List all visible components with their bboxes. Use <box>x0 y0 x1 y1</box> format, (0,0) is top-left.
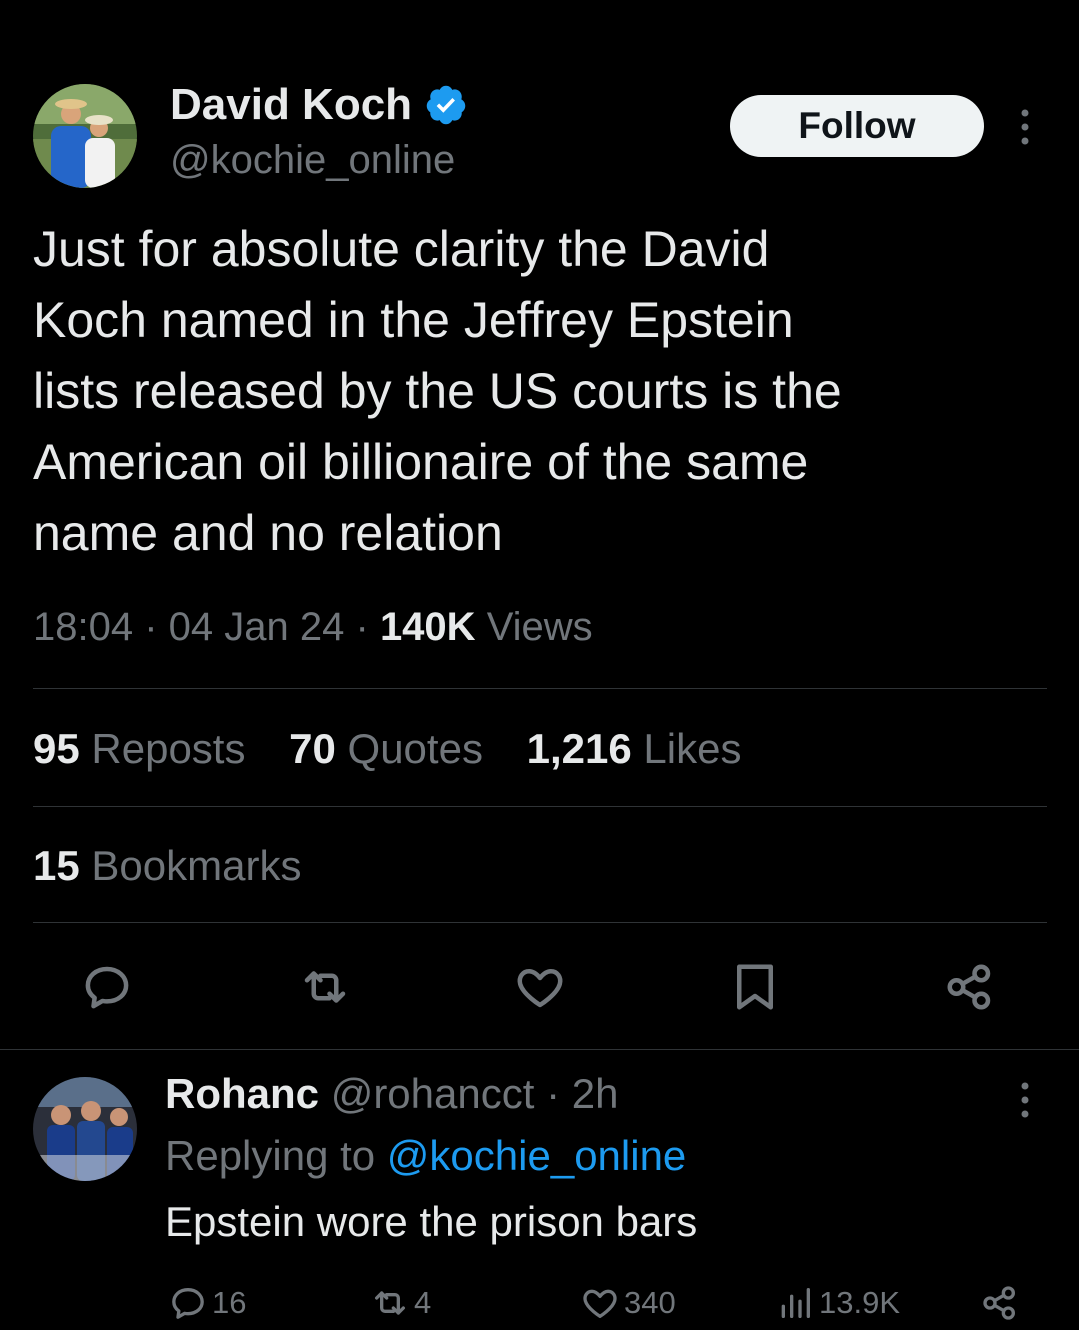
reply-age[interactable]: 2h <box>572 1070 619 1117</box>
share-icon <box>947 964 991 1010</box>
divider <box>33 806 1047 807</box>
like-icon <box>583 1289 617 1318</box>
reply-header: Rohanc @rohancct · 2h <box>165 1070 618 1118</box>
like-icon <box>517 969 563 1008</box>
divider <box>33 688 1047 689</box>
author-name-row: David Koch <box>170 80 468 130</box>
reply-icon <box>85 966 129 1009</box>
quotes-count: 70 <box>289 725 336 772</box>
reply-views-button[interactable]: 13.9K <box>775 1282 900 1324</box>
author-avatar[interactable] <box>33 84 137 188</box>
reply-like-count: 340 <box>624 1285 676 1320</box>
reply-author-avatar[interactable] <box>33 1077 137 1181</box>
reply-text: Epstein wore the prison bars <box>165 1198 698 1245</box>
reposts-label: Reposts <box>91 725 246 772</box>
bookmark-icon <box>737 964 773 1010</box>
author-name[interactable]: David Koch <box>170 80 412 130</box>
likes-count: 1,216 <box>526 725 632 772</box>
likes-label: Likes <box>643 725 742 772</box>
reply-share-button[interactable] <box>980 1282 1024 1324</box>
views-chart-icon <box>781 1288 810 1318</box>
likes-stat[interactable]: 1,216 Likes <box>527 725 742 772</box>
reposts-count: 95 <box>33 725 80 772</box>
replying-to-link[interactable]: @kochie_online <box>387 1132 687 1179</box>
like-button[interactable] <box>513 960 567 1014</box>
meta-separator: · <box>144 605 169 649</box>
verified-badge-icon <box>426 85 466 125</box>
share-button[interactable] <box>943 960 997 1014</box>
tweet-text: Just for absolute clarity the David Koch… <box>33 221 842 561</box>
reply-views-count: 13.9K <box>819 1285 901 1320</box>
more-options-icon[interactable] <box>1014 105 1036 149</box>
engagement-stats: 95 Reposts 70 Quotes 1,216 Likes <box>33 725 773 773</box>
reply-like-button[interactable]: 340 <box>580 1282 676 1324</box>
tweet-meta: 18:04 · 04 Jan 24 · 140K Views <box>33 605 593 650</box>
reply-reply-count: 16 <box>212 1285 247 1320</box>
reply-separator: · <box>546 1070 572 1117</box>
share-icon <box>983 1286 1015 1320</box>
bookmarks-stat[interactable]: 15 Bookmarks <box>33 842 301 890</box>
reply-more-options-icon[interactable] <box>1014 1078 1036 1122</box>
replying-to-label: Replying to <box>165 1132 376 1179</box>
tweet-detail-page: David Koch @kochie_online Follow Just fo… <box>0 0 1079 1330</box>
tweet-date[interactable]: 04 Jan 24 <box>169 605 345 649</box>
reply-author-name[interactable]: Rohanc <box>165 1070 319 1117</box>
repost-button[interactable] <box>298 960 352 1014</box>
reply-repost-button[interactable]: 4 <box>370 1282 431 1324</box>
reposts-stat[interactable]: 95 Reposts <box>33 725 245 772</box>
views-count: 140K <box>379 605 476 649</box>
reply-repost-count: 4 <box>414 1285 432 1320</box>
reply-author-handle[interactable]: @rohancct <box>331 1070 535 1117</box>
replying-to: Replying to @kochie_online <box>165 1132 686 1180</box>
reply-button[interactable] <box>80 960 134 1014</box>
author-handle[interactable]: @kochie_online <box>170 138 455 183</box>
bookmarks-count: 15 <box>33 842 80 889</box>
views-label: Views <box>486 605 593 649</box>
divider <box>0 1049 1079 1050</box>
bookmark-button[interactable] <box>728 960 782 1014</box>
divider <box>33 922 1047 923</box>
bookmarks-label: Bookmarks <box>91 842 302 889</box>
quotes-label: Quotes <box>347 725 483 772</box>
reply-icon <box>172 1288 204 1319</box>
follow-button[interactable]: Follow <box>730 95 984 157</box>
repost-icon <box>375 1291 405 1315</box>
tweet-time[interactable]: 18:04 <box>33 605 133 649</box>
meta-separator: · <box>355 605 380 649</box>
repost-icon <box>304 971 346 1003</box>
quotes-stat[interactable]: 70 Quotes <box>289 725 483 772</box>
reply-reply-button[interactable]: 16 <box>168 1282 246 1324</box>
